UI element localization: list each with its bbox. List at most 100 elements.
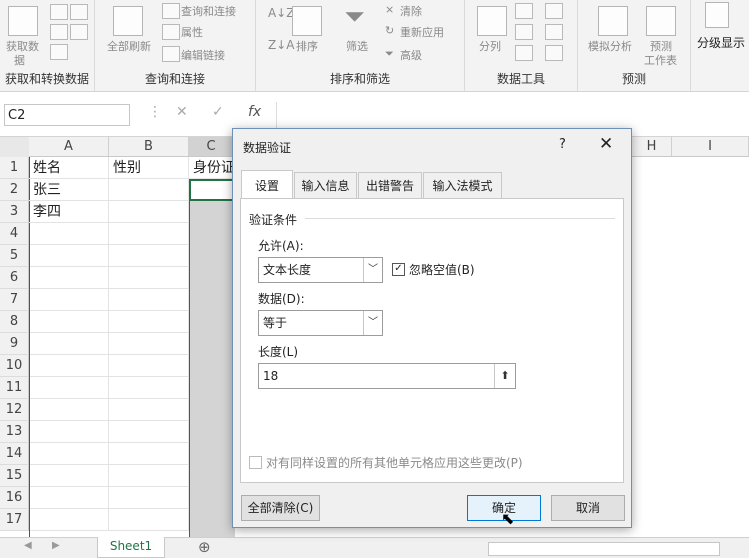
- ignore-blank-checkbox[interactable]: ✓: [392, 263, 405, 276]
- cell-c1[interactable]: 身份证: [189, 157, 234, 179]
- cell-a2[interactable]: 张三: [29, 179, 109, 201]
- sort-button[interactable]: 排序: [296, 38, 318, 54]
- data-validation-icon[interactable]: [515, 45, 533, 61]
- from-web-icon[interactable]: [70, 4, 88, 20]
- enter-entry-button[interactable]: ✓: [212, 104, 224, 120]
- grid-cell[interactable]: [29, 223, 109, 245]
- length-input[interactable]: 18 ⬆: [258, 363, 516, 389]
- grid-cell[interactable]: [109, 443, 189, 465]
- column-header-c[interactable]: C: [189, 137, 234, 157]
- grid-cell[interactable]: [29, 377, 109, 399]
- grid-cell[interactable]: [109, 245, 189, 267]
- grid-cell[interactable]: [109, 333, 189, 355]
- grid-cell[interactable]: [109, 355, 189, 377]
- grid-cell[interactable]: [109, 267, 189, 289]
- chevron-down-icon[interactable]: ﹀: [363, 311, 382, 335]
- advanced-button[interactable]: 高级: [400, 47, 422, 63]
- grid-cell[interactable]: [109, 377, 189, 399]
- row-header[interactable]: 15: [0, 465, 29, 487]
- relationships-icon[interactable]: [545, 24, 563, 40]
- tab-ime-mode[interactable]: 输入法模式: [423, 172, 502, 198]
- grid-cell[interactable]: [109, 223, 189, 245]
- help-button[interactable]: ?: [559, 137, 566, 152]
- row-header[interactable]: 17: [0, 509, 29, 531]
- cell-a3[interactable]: 李四: [29, 201, 109, 223]
- refresh-all-button[interactable]: 全部刷新: [107, 38, 151, 54]
- reapply-button[interactable]: 重新应用: [400, 24, 444, 40]
- row-header[interactable]: 5: [0, 245, 29, 267]
- what-if-analysis-button[interactable]: 模拟分析: [588, 38, 632, 54]
- grid-cell[interactable]: [29, 465, 109, 487]
- outline-button[interactable]: 分级显示: [697, 34, 745, 51]
- grid-cell[interactable]: [29, 509, 109, 531]
- row-header[interactable]: 9: [0, 333, 29, 355]
- row-header[interactable]: 16: [0, 487, 29, 509]
- row-header[interactable]: 11: [0, 377, 29, 399]
- scroll-left-icon[interactable]: ◀: [24, 540, 32, 551]
- selected-column-c[interactable]: [189, 157, 235, 537]
- row-header[interactable]: 7: [0, 289, 29, 311]
- row-header[interactable]: 12: [0, 399, 29, 421]
- edit-links-button[interactable]: 编辑链接: [181, 47, 225, 63]
- grid-cell[interactable]: [109, 201, 189, 223]
- cell-b1[interactable]: 性别: [109, 157, 189, 179]
- filter-button[interactable]: 筛选: [346, 38, 368, 54]
- properties-button[interactable]: 属性: [181, 24, 203, 40]
- row-header[interactable]: 6: [0, 267, 29, 289]
- grid-cell[interactable]: [29, 289, 109, 311]
- grid-cell[interactable]: [29, 487, 109, 509]
- apply-all-checkbox[interactable]: [249, 456, 262, 469]
- row-header[interactable]: 2: [0, 179, 29, 201]
- tab-settings[interactable]: 设置: [241, 170, 293, 198]
- grid-cell[interactable]: [29, 443, 109, 465]
- cancel-entry-button[interactable]: ✕: [176, 104, 188, 120]
- remove-duplicates-icon[interactable]: [515, 24, 533, 40]
- scroll-right-icon[interactable]: ▶: [52, 540, 60, 551]
- queries-connections-button[interactable]: 查询和连接: [181, 3, 236, 19]
- row-header[interactable]: 13: [0, 421, 29, 443]
- grid-cell[interactable]: [29, 355, 109, 377]
- column-header-b[interactable]: B: [109, 137, 189, 157]
- from-text-icon[interactable]: [50, 4, 68, 20]
- row-header[interactable]: 1: [0, 157, 29, 179]
- column-header-a[interactable]: A: [29, 137, 109, 157]
- grid-cell[interactable]: [109, 487, 189, 509]
- column-header-h[interactable]: H: [632, 137, 672, 157]
- sheet-tab-sheet1[interactable]: Sheet1: [97, 537, 165, 558]
- tab-input-message[interactable]: 输入信息: [294, 172, 357, 198]
- sort-descending-icon[interactable]: Z↓A: [268, 38, 294, 52]
- consolidate-icon[interactable]: [545, 3, 563, 19]
- row-header[interactable]: 14: [0, 443, 29, 465]
- data-select[interactable]: 等于 ﹀: [258, 310, 383, 336]
- grid-cell[interactable]: [109, 311, 189, 333]
- grid-cell[interactable]: [29, 267, 109, 289]
- row-header[interactable]: 10: [0, 355, 29, 377]
- grid-cell[interactable]: [109, 179, 189, 201]
- grid-cell[interactable]: [109, 509, 189, 531]
- grid-cell[interactable]: [109, 421, 189, 443]
- grid-cell[interactable]: [109, 399, 189, 421]
- horizontal-scrollbar[interactable]: [488, 542, 720, 556]
- collapse-dialog-icon[interactable]: ⬆: [494, 364, 515, 388]
- grid-cell[interactable]: [29, 399, 109, 421]
- grid-cell[interactable]: [109, 465, 189, 487]
- grid-cell[interactable]: [29, 421, 109, 443]
- from-table-icon[interactable]: [50, 24, 68, 40]
- sort-ascending-icon[interactable]: A↓Z: [268, 6, 294, 20]
- cancel-button[interactable]: 取消: [551, 495, 625, 521]
- text-to-columns-button[interactable]: 分列: [479, 38, 501, 54]
- grid-cell[interactable]: [109, 289, 189, 311]
- grid-cell[interactable]: [29, 333, 109, 355]
- formula-input[interactable]: [276, 102, 749, 128]
- insert-function-button[interactable]: fx: [248, 104, 261, 120]
- chevron-down-icon[interactable]: ﹀: [363, 258, 382, 282]
- grid-cell[interactable]: [29, 245, 109, 267]
- name-box[interactable]: C2: [4, 104, 130, 126]
- row-header[interactable]: 8: [0, 311, 29, 333]
- tab-error-alert[interactable]: 出错警告: [358, 172, 422, 198]
- clear-button[interactable]: 清除: [400, 3, 422, 19]
- data-model-icon[interactable]: [545, 45, 563, 61]
- existing-connections-icon[interactable]: [50, 44, 68, 60]
- cell-a1[interactable]: 姓名: [29, 157, 109, 179]
- row-header[interactable]: 3: [0, 201, 29, 223]
